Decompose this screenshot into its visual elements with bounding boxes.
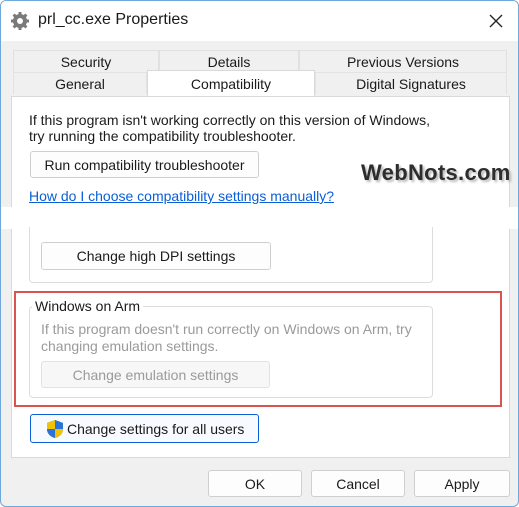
- uac-shield-icon: [47, 420, 63, 438]
- window-title: prl_cc.exe Properties: [38, 11, 189, 28]
- properties-window: prl_cc.exe Properties Security Details P…: [0, 0, 519, 507]
- tab-previous-versions[interactable]: Previous Versions: [299, 50, 507, 72]
- gear-app-icon: [11, 12, 29, 30]
- title-bar: prl_cc.exe Properties: [1, 1, 518, 41]
- high-dpi-button[interactable]: Change high DPI settings: [41, 242, 271, 270]
- highlight-box: [14, 291, 502, 407]
- redacted-area: [1, 207, 518, 229]
- manual-settings-link[interactable]: How do I choose compatibility settings m…: [29, 188, 334, 204]
- tab-compatibility[interactable]: Compatibility: [147, 70, 315, 96]
- close-icon: [489, 14, 503, 28]
- tab-details[interactable]: Details: [159, 50, 299, 72]
- run-troubleshooter-button[interactable]: Run compatibility troubleshooter: [30, 151, 259, 178]
- tab-general[interactable]: General: [13, 72, 147, 94]
- watermark-text: WebNots.com: [361, 160, 511, 185]
- cancel-button[interactable]: Cancel: [311, 470, 405, 497]
- ok-button[interactable]: OK: [208, 470, 302, 497]
- close-button[interactable]: [477, 5, 515, 37]
- apply-button[interactable]: Apply: [414, 470, 510, 497]
- tab-digital-signatures[interactable]: Digital Signatures: [315, 72, 507, 94]
- intro-text-line2: try running the compatibility troublesho…: [29, 128, 296, 144]
- tab-security[interactable]: Security: [13, 50, 159, 72]
- intro-text-line1: If this program isn't working correctly …: [29, 112, 431, 128]
